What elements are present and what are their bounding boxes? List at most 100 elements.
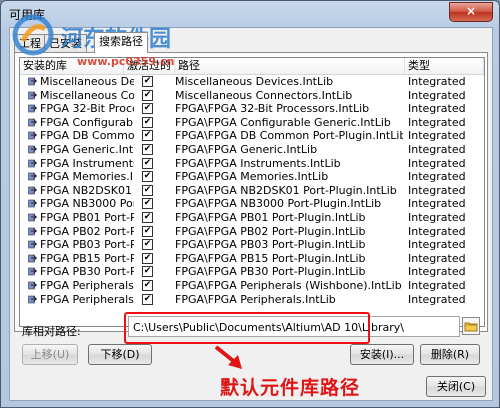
highlight-frame	[124, 312, 370, 344]
library-path: FPGA\FPGA Configurable Generic.IntLib	[175, 115, 391, 129]
activated-checkbox[interactable]: ✔	[142, 143, 153, 155]
dialog-body: 工程 已安装 搜索路径 安装的库 激活过的 路径 类型 Miscellaneou…	[9, 27, 493, 401]
table-row[interactable]: FPGA PB01 Port-Plugin ✔ FPGA\FPGA PB01 Por…	[20, 211, 484, 225]
library-path: Miscellaneous Devices.IntLib	[175, 75, 334, 88]
activated-cell: ✔	[124, 129, 174, 143]
table-row[interactable]: FPGA 32-Bit Processors ✔ FPGA\FPGA 32-Bit …	[20, 102, 484, 116]
window-close-button[interactable]: ×	[449, 2, 493, 22]
browse-folder-button[interactable]	[462, 317, 480, 335]
library-type: Integrated	[408, 102, 466, 116]
table-row[interactable]: FPGA Instruments.IntLib ✔ FPGA\FPGA Instru…	[20, 157, 484, 171]
move-up-button[interactable]: 上移(U)	[22, 344, 78, 365]
activated-checkbox[interactable]: ✔	[142, 211, 153, 223]
install-button[interactable]: 安装(I)...	[350, 344, 414, 365]
library-icon	[28, 104, 37, 113]
table-row[interactable]: FPGA PB30 Port-Plugin ✔ FPGA\FPGA PB30 Por…	[20, 265, 484, 279]
activated-checkbox[interactable]: ✔	[142, 266, 153, 278]
library-type: Integrated	[408, 292, 466, 306]
table-row[interactable]: FPGA NB3000 Port-Plugin ✔ FPGA\FPGA NB3000…	[20, 197, 484, 211]
library-icon	[28, 268, 37, 276]
installed-libraries-list[interactable]: 安装的库 激活过的 路径 类型 Miscellaneous Devices✔Mi…	[19, 57, 485, 327]
list-rows: Miscellaneous Devices ✔ Miscellaneous Devi…	[20, 75, 484, 306]
table-row[interactable]: FPGA NB2DSK01 Port-Plugin ✔ FPGA\FPGA NB2D…	[20, 184, 484, 198]
activated-cell: ✔	[124, 170, 174, 184]
tab-panel: 安装的库 激活过的 路径 类型 Miscellaneous Devices✔Mi…	[14, 52, 488, 332]
library-name: FPGA PB01 Port-Plugin	[40, 210, 134, 224]
title-bar[interactable]: 可用库 ×	[1, 1, 499, 27]
library-type: Integrated	[408, 88, 466, 102]
activated-checkbox[interactable]: ✔	[142, 239, 153, 251]
activated-cell: ✔	[124, 116, 174, 130]
library-path: FPGA\FPGA PB01 Port-Plugin.IntLib	[175, 210, 366, 224]
library-icon	[28, 254, 37, 263]
move-down-button[interactable]: 下移(D)	[88, 344, 152, 365]
activated-checkbox[interactable]: ✔	[142, 89, 153, 101]
library-path: FPGA\FPGA PB15 Port-Plugin.IntLib	[175, 251, 366, 265]
library-name: FPGA DB Common Port-Plugin	[40, 129, 134, 143]
library-icon	[28, 281, 37, 290]
library-icon	[28, 118, 37, 127]
table-row[interactable]: FPGA Generic.IntLib ✔ FPGA\FPGA Generic.In…	[20, 143, 484, 157]
library-name: FPGA Memories.IntLib	[40, 170, 134, 184]
activated-checkbox[interactable]: ✔	[142, 76, 153, 87]
activated-checkbox[interactable]: ✔	[142, 116, 153, 128]
column-header-activated[interactable]: 激活过的	[124, 58, 175, 74]
library-name-cell: FPGA PB15 Port-Plugin	[28, 252, 134, 266]
library-name-cell: FPGA Peripherals.IntLib	[28, 293, 134, 307]
library-path: FPGA\FPGA PB02 Port-Plugin.IntLib	[175, 224, 366, 238]
remove-button[interactable]: 删除(R)	[420, 344, 480, 365]
column-header-name[interactable]: 安装的库	[20, 58, 124, 74]
folder-icon	[464, 322, 478, 332]
activated-checkbox[interactable]: ✔	[142, 103, 153, 115]
activated-cell: ✔	[124, 252, 174, 266]
library-name-cell: Miscellaneous Devices	[28, 75, 134, 89]
library-path: FPGA\FPGA NB2DSK01 Port-Plugin.IntLib	[175, 183, 397, 197]
library-path: FPGA\FPGA PB03 Port-Plugin.IntLib	[175, 238, 366, 252]
table-row[interactable]: FPGA PB15 Port-Plugin ✔ FPGA\FPGA PB15 Por…	[20, 252, 484, 266]
library-name-cell: FPGA 32-Bit Processors	[28, 102, 134, 116]
library-type: Integrated	[408, 265, 466, 279]
library-name-cell: FPGA PB01 Port-Plugin	[28, 211, 134, 225]
table-row[interactable]: FPGA Peripherals (Wishbone) ✔ FPGA\FPGA Pe…	[20, 279, 484, 293]
activated-cell: ✔	[124, 184, 174, 198]
library-type: Integrated	[408, 75, 466, 88]
library-path: FPGA\FPGA Instruments.IntLib	[175, 156, 341, 170]
activated-checkbox[interactable]: ✔	[142, 198, 153, 210]
activated-checkbox[interactable]: ✔	[142, 157, 153, 169]
table-row[interactable]: FPGA Peripherals.IntLib ✔ FPGA\FPGA Periph…	[20, 293, 484, 307]
tab-installed[interactable]: 已安装	[44, 34, 87, 52]
table-row[interactable]: FPGA PB02 Port-Plugin ✔ FPGA\FPGA PB02 Por…	[20, 225, 484, 239]
activated-cell: ✔	[124, 75, 174, 89]
activated-checkbox[interactable]: ✔	[142, 171, 153, 183]
activated-checkbox[interactable]: ✔	[142, 184, 153, 196]
library-icon	[28, 132, 37, 140]
activated-checkbox[interactable]: ✔	[142, 225, 153, 237]
table-row[interactable]: FPGA Memories.IntLib ✔ FPGA\FPGA Memories.…	[20, 170, 484, 184]
library-type: Integrated	[408, 278, 466, 292]
library-name: Miscellaneous Devices	[40, 75, 134, 88]
activated-checkbox[interactable]: ✔	[142, 130, 153, 142]
activated-cell: ✔	[124, 89, 174, 103]
activated-checkbox[interactable]: ✔	[142, 293, 153, 305]
library-name-cell: FPGA PB02 Port-Plugin	[28, 225, 134, 239]
table-row[interactable]: FPGA DB Common Port-Plugin ✔ FPGA\FPGA DB …	[20, 129, 484, 143]
activated-cell: ✔	[124, 225, 174, 239]
library-icon	[28, 240, 37, 249]
table-row[interactable]: Miscellaneous Connectors ✔ Miscellaneous C…	[20, 89, 484, 103]
column-header-type[interactable]: 类型	[405, 58, 484, 74]
table-row[interactable]: FPGA Configurable Generic ✔ FPGA\FPGA Conf…	[20, 116, 484, 130]
library-icon	[28, 145, 37, 154]
tab-search-path[interactable]: 搜索路径	[94, 32, 148, 53]
activated-checkbox[interactable]: ✔	[142, 279, 153, 291]
column-header-path[interactable]: 路径	[175, 58, 405, 74]
library-path: FPGA\FPGA Peripherals (Wishbone).IntLib	[175, 278, 402, 292]
table-row[interactable]: Miscellaneous Devices ✔ Miscellaneous Devi…	[20, 75, 484, 89]
library-name: FPGA NB3000 Port-Plugin	[40, 197, 134, 211]
available-libraries-dialog: 可用库 × 工程 已安装 搜索路径 安装的库 激活过的 路径 类型 Miscel…	[0, 0, 500, 408]
tab-project[interactable]: 工程	[14, 34, 46, 52]
library-name-cell: Miscellaneous Connectors	[28, 89, 134, 103]
table-row[interactable]: FPGA PB03 Port-Plugin ✔ FPGA\FPGA PB03 Por…	[20, 238, 484, 252]
close-button[interactable]: 关闭(C)	[426, 376, 486, 397]
activated-checkbox[interactable]: ✔	[142, 252, 153, 264]
library-icon	[28, 213, 37, 222]
